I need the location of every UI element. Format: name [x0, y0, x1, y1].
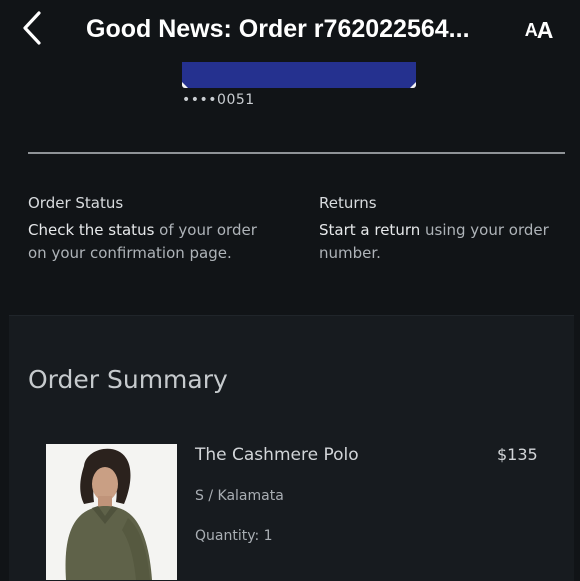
order-summary-title: Order Summary	[28, 365, 228, 394]
card-corner-left	[182, 82, 188, 88]
card-number: ••••0051	[182, 92, 255, 108]
order-status-section: Order Status Check the status of your or…	[28, 193, 278, 265]
app-header: Good News: Order r762022564... AA	[0, 0, 580, 60]
page-title: Good News: Order r762022564...	[86, 15, 470, 43]
product-price: $135	[497, 445, 538, 464]
text-size-icon-large: A	[536, 16, 554, 43]
section-divider	[28, 152, 565, 154]
order-status-heading: Order Status	[28, 194, 124, 212]
product-name[interactable]: The Cashmere Polo	[195, 444, 359, 466]
check-status-link[interactable]: Check the status	[28, 221, 154, 239]
product-photo-icon	[46, 444, 177, 580]
chevron-left-icon	[23, 11, 41, 45]
returns-body: Start a return using your order number.	[319, 219, 569, 265]
back-button[interactable]	[12, 8, 52, 48]
product-image[interactable]	[46, 444, 177, 580]
product-variant: S / Kalamata	[195, 488, 284, 504]
returns-heading: Returns	[319, 194, 377, 212]
text-size-button[interactable]: AA	[516, 12, 562, 48]
returns-section: Returns Start a return using your order …	[319, 193, 569, 265]
product-quantity: Quantity: 1	[195, 528, 273, 544]
start-return-link[interactable]: Start a return	[319, 221, 420, 239]
order-status-body: Check the status of your order on your c…	[28, 219, 278, 265]
card-banner	[182, 62, 416, 88]
card-corner-right	[410, 82, 416, 88]
